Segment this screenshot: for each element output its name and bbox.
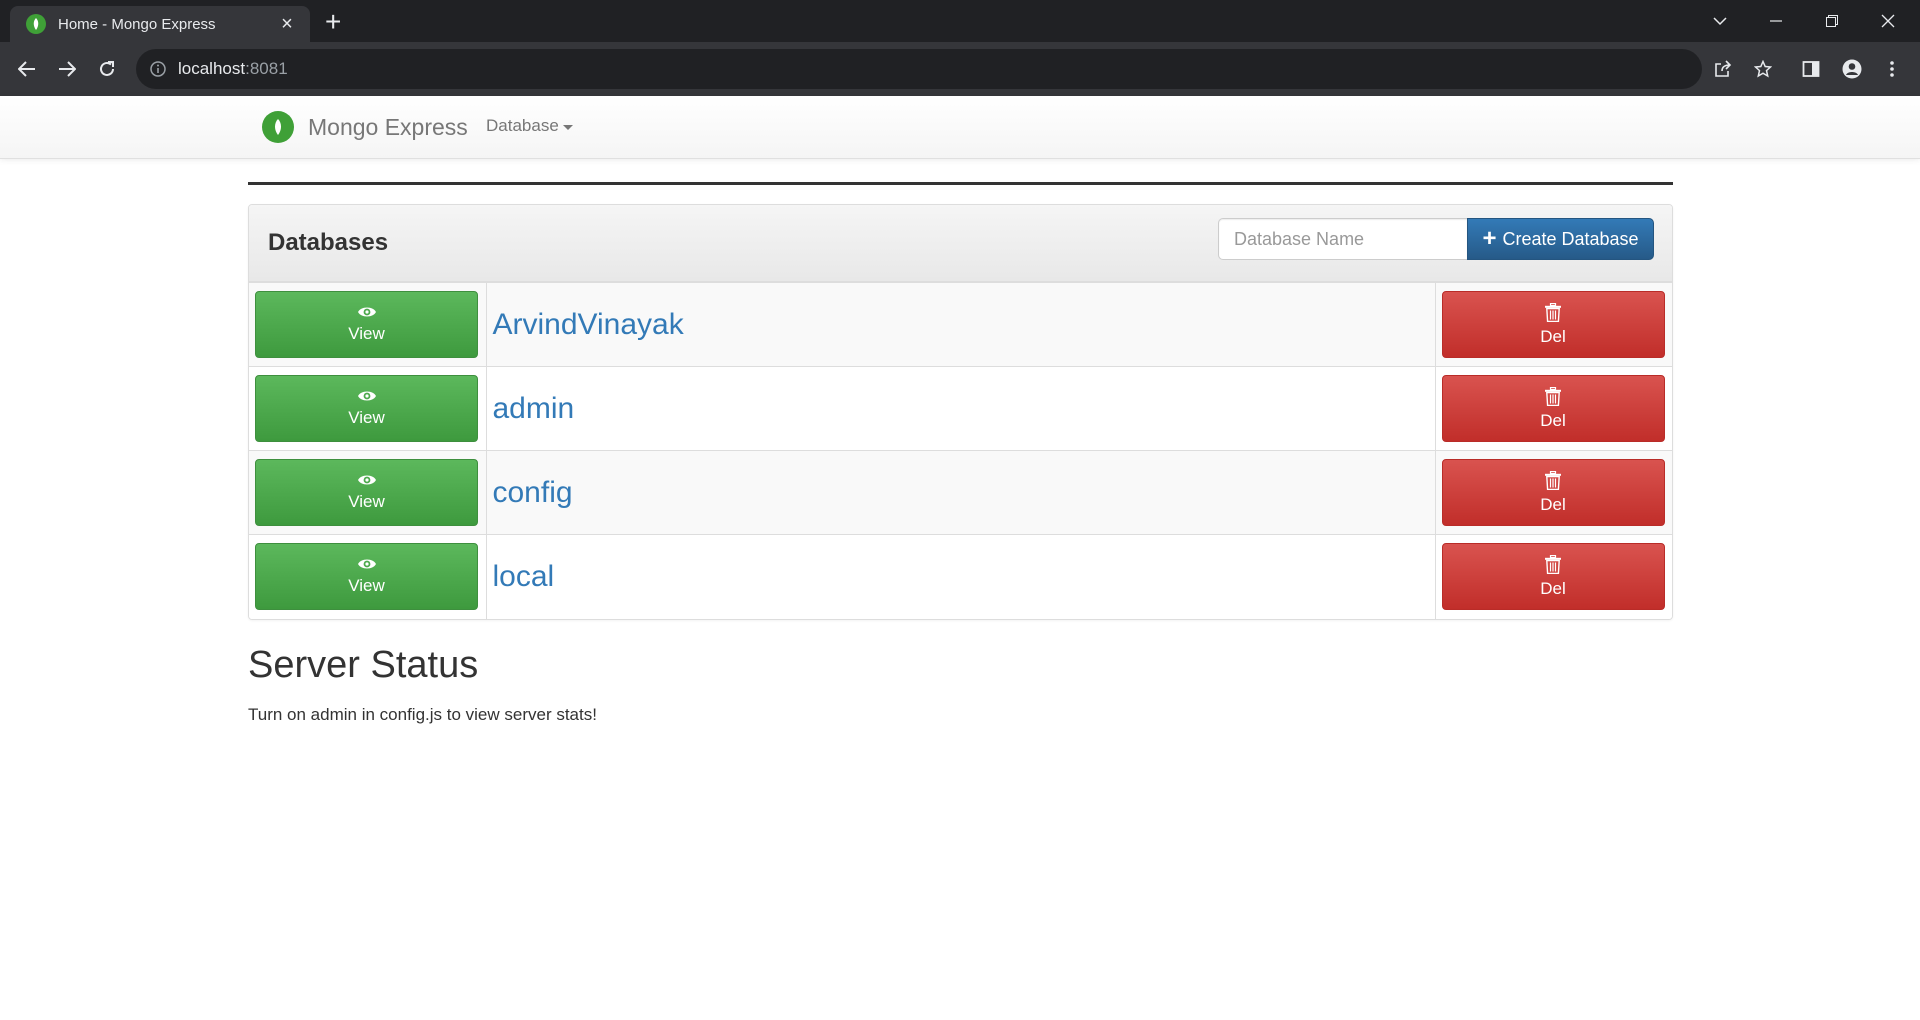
create-database-form: + Create Database: [1218, 218, 1654, 260]
delete-button[interactable]: Del: [1441, 375, 1665, 442]
brand-text: Mongo Express: [308, 113, 468, 140]
divider: [248, 182, 1673, 185]
view-button[interactable]: View: [255, 375, 478, 442]
view-button[interactable]: View: [255, 543, 478, 611]
eye-icon: [357, 559, 376, 569]
del-label: Del: [1540, 578, 1566, 598]
trash-icon: [1545, 554, 1561, 574]
database-link[interactable]: admin: [493, 392, 575, 425]
create-database-label: Create Database: [1502, 228, 1639, 249]
trash-icon: [1545, 470, 1561, 490]
trash-icon: [1545, 386, 1561, 406]
databases-panel: Databases + Create Database View: [248, 204, 1673, 620]
eye-icon: [357, 391, 376, 401]
url-port: :8081: [245, 59, 288, 78]
forward-icon[interactable]: [52, 54, 82, 84]
minimize-icon[interactable]: [1748, 0, 1804, 42]
server-status-title: Server Status: [248, 643, 479, 686]
delete-button[interactable]: Del: [1441, 543, 1665, 611]
view-label: View: [348, 576, 385, 596]
table-row: View local Del: [249, 534, 1672, 619]
del-label: Del: [1540, 410, 1566, 430]
brand-link[interactable]: Mongo Express: [262, 111, 468, 143]
address-bar[interactable]: localhost:8081: [136, 49, 1702, 89]
tab-title: Home - Mongo Express: [58, 15, 216, 33]
eye-icon: [357, 307, 376, 317]
browser-tab[interactable]: Home - Mongo Express ×: [10, 6, 310, 42]
view-label: View: [348, 324, 385, 343]
profile-icon[interactable]: [1838, 55, 1866, 83]
browser-toolbar: localhost:8081: [0, 42, 1920, 96]
caret-down-icon: [562, 124, 573, 130]
new-tab-icon[interactable]: +: [325, 8, 341, 36]
tab-search-icon[interactable]: [1692, 0, 1748, 42]
databases-table: View ArvindVinayak Del View admin Del Vi…: [249, 282, 1672, 619]
share-icon[interactable]: [1709, 55, 1737, 83]
delete-button[interactable]: Del: [1441, 459, 1665, 526]
plus-icon: +: [1482, 225, 1497, 252]
database-dropdown-label: Database: [486, 116, 559, 135]
eye-icon: [357, 475, 376, 485]
mongo-leaf-icon: [262, 111, 294, 143]
view-label: View: [348, 408, 385, 427]
reload-icon[interactable]: [92, 54, 122, 84]
more-menu-icon[interactable]: [1878, 55, 1906, 83]
main-content: Databases + Create Database View: [248, 182, 1673, 725]
table-row: View admin Del: [249, 366, 1672, 451]
database-dropdown[interactable]: Database: [486, 116, 573, 136]
info-icon[interactable]: [150, 61, 166, 77]
delete-button[interactable]: Del: [1441, 291, 1665, 358]
back-icon[interactable]: [12, 54, 42, 84]
url-host: localhost: [178, 59, 246, 78]
database-link[interactable]: local: [493, 560, 555, 593]
create-database-button[interactable]: + Create Database: [1467, 218, 1654, 260]
view-button[interactable]: View: [255, 459, 478, 526]
databases-panel-heading: Databases + Create Database: [249, 205, 1672, 282]
server-status-message: Turn on admin in config.js to view serve…: [248, 704, 597, 724]
del-label: Del: [1540, 494, 1566, 514]
trash-icon: [1545, 302, 1561, 322]
side-panel-icon[interactable]: [1797, 55, 1825, 83]
view-label: View: [348, 492, 385, 511]
table-row: View config Del: [249, 450, 1672, 535]
table-row: View ArvindVinayak Del: [249, 282, 1672, 367]
del-label: Del: [1540, 326, 1566, 346]
close-tab-icon[interactable]: ×: [276, 14, 298, 34]
database-name-input[interactable]: [1218, 218, 1467, 260]
mongo-leaf-icon: [26, 14, 46, 34]
close-window-icon[interactable]: [1860, 0, 1916, 42]
bookmark-star-icon[interactable]: [1749, 55, 1777, 83]
app-navbar: Mongo Express Database: [0, 96, 1920, 159]
restore-icon[interactable]: [1804, 0, 1860, 42]
browser-tabbar: Home - Mongo Express × +: [0, 0, 1920, 42]
databases-title: Databases: [268, 229, 389, 256]
database-link[interactable]: ArvindVinayak: [493, 308, 684, 341]
view-button[interactable]: View: [255, 291, 478, 358]
database-link[interactable]: config: [493, 476, 573, 509]
